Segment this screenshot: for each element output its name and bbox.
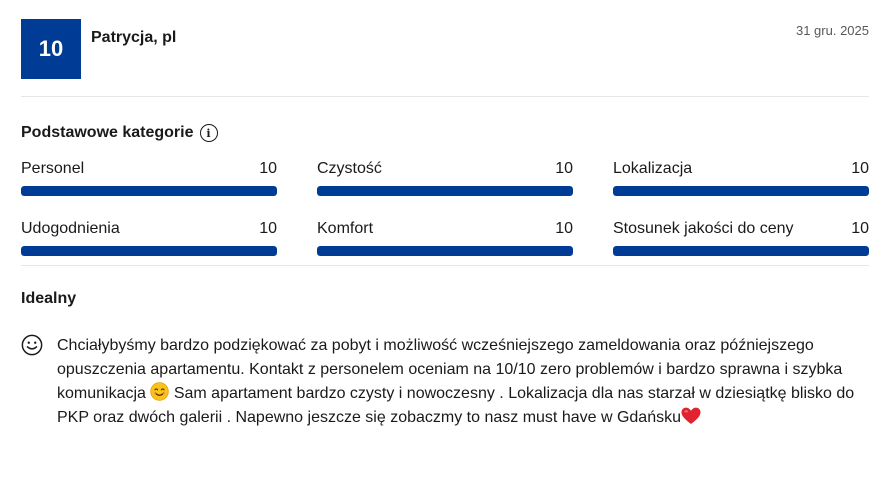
category-score: 10 [851, 160, 869, 177]
category-label: Lokalizacja [613, 160, 693, 177]
info-icon[interactable]: i [199, 124, 218, 142]
category-bar-fill [317, 186, 573, 196]
categories-heading-text: Podstawowe kategorie [21, 124, 194, 141]
categories-heading: Podstawowe kategorie i [21, 124, 218, 142]
category-bar-fill [21, 186, 277, 196]
review-header: 10 Patrycja, pl 31 gru. 2025 [21, 19, 869, 79]
category-label: Czystość [317, 160, 382, 177]
divider [21, 96, 869, 97]
category-score: 10 [851, 220, 869, 237]
category-bar-fill [613, 186, 869, 196]
smiling-emoji-icon [150, 382, 170, 401]
category-bar [317, 246, 573, 256]
review-text-part: Sam apartament bardzo czysty i nowoczesn… [57, 385, 855, 426]
score-badge: 10 [21, 19, 81, 79]
category-komfort: Komfort 10 [317, 219, 573, 256]
review-text: Chciałybyśmy bardzo podziękować za pobyt… [57, 334, 857, 430]
review-date: 31 gru. 2025 [795, 23, 869, 38]
category-score: 10 [259, 220, 277, 237]
category-bar [613, 246, 869, 256]
category-udogodnienia: Udogodnienia 10 [21, 219, 277, 256]
reviewer-name: Patrycja, pl [91, 29, 177, 46]
category-bar-fill [21, 246, 277, 256]
smiley-face-icon [21, 334, 45, 430]
divider [21, 265, 869, 266]
category-personel: Personel 10 [21, 159, 277, 196]
category-label: Udogodnienia [21, 220, 120, 237]
review-title: Idealny [21, 290, 77, 307]
category-label: Personel [21, 160, 85, 177]
category-score: 10 [555, 220, 573, 237]
category-bar [317, 186, 573, 196]
category-bar [21, 246, 277, 256]
category-bar-fill [613, 246, 869, 256]
category-bar [613, 186, 869, 196]
category-czystosc: Czystość 10 [317, 159, 573, 196]
category-score: 10 [555, 160, 573, 177]
category-bar-fill [317, 246, 573, 256]
category-label: Komfort [317, 220, 374, 237]
category-lokalizacja: Lokalizacja 10 [613, 159, 869, 196]
category-label: Stosunek jakości do ceny [613, 220, 794, 237]
red-heart-emoji-icon [681, 407, 701, 425]
category-value-for-money: Stosunek jakości do ceny 10 [613, 219, 869, 256]
category-bar [21, 186, 277, 196]
review-positive: Chciałybyśmy bardzo podziękować za pobyt… [21, 334, 869, 430]
category-score: 10 [259, 160, 277, 177]
